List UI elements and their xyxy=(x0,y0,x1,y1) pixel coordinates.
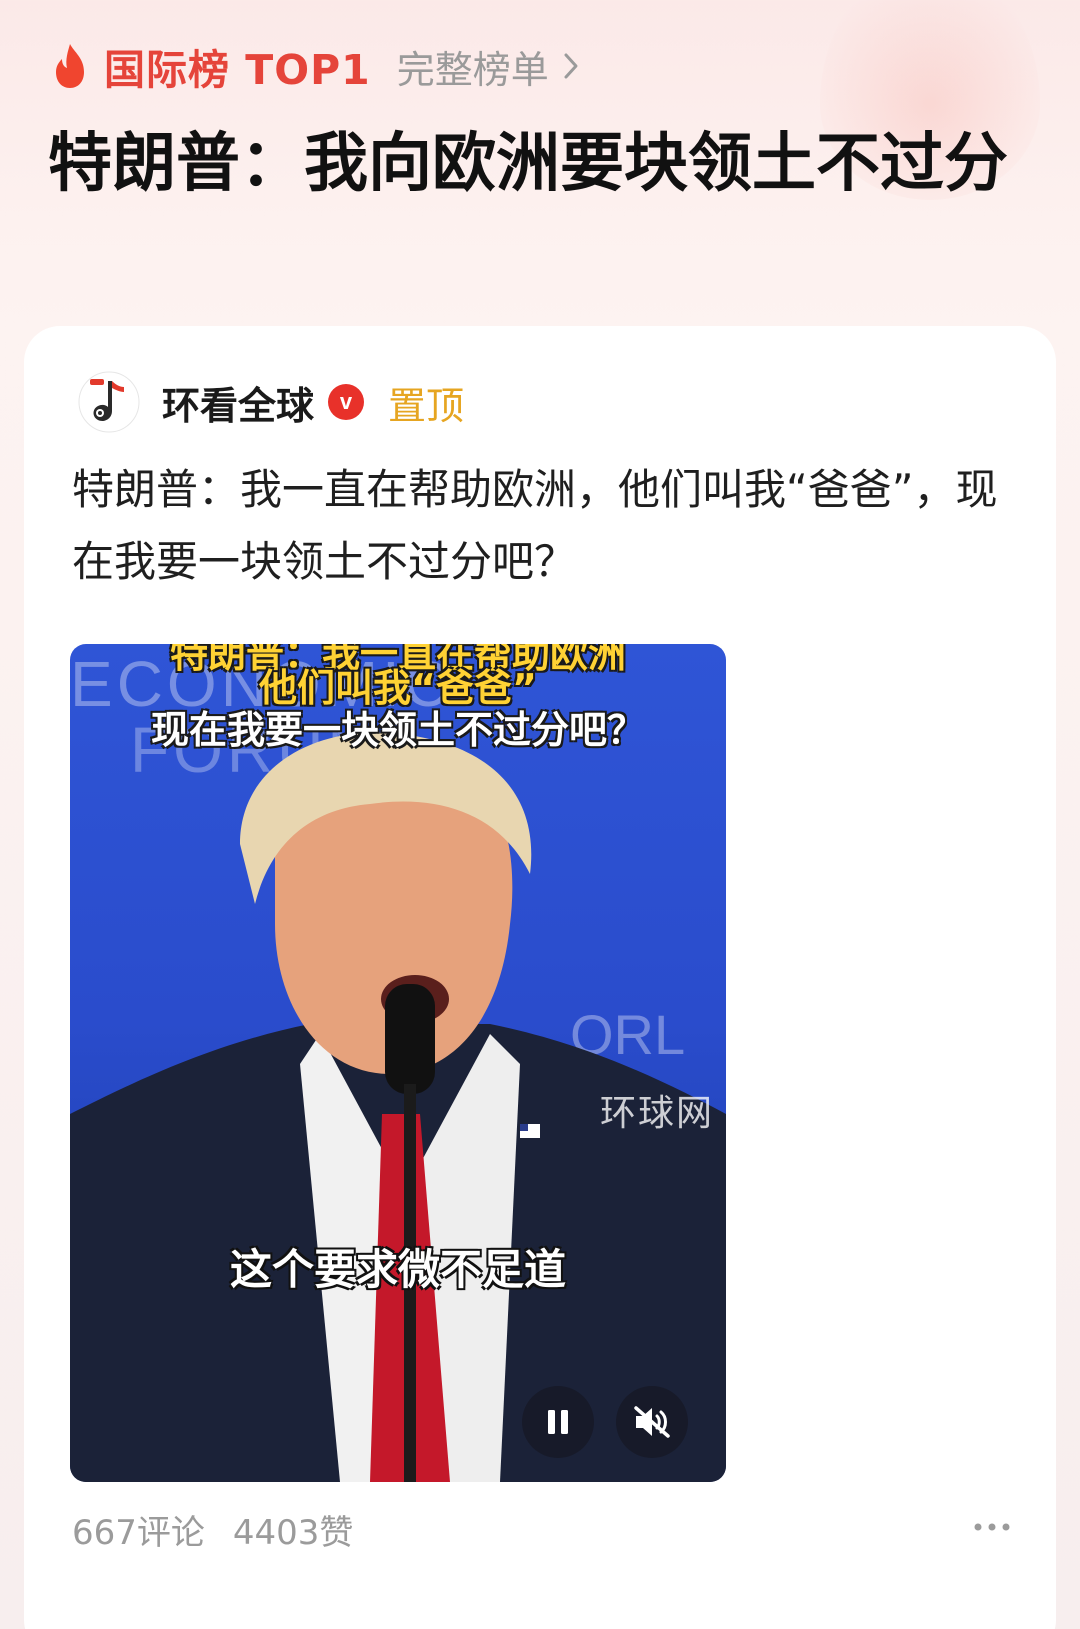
avatar-logo-icon xyxy=(78,371,140,433)
chevron-right-icon xyxy=(564,53,578,79)
post-text[interactable]: 特朗普：我一直在帮助欧洲，他们叫我“爸爸”，现在我要一块领土不过分吧？ xyxy=(72,454,1002,598)
pinned-label: 置顶 xyxy=(388,383,465,428)
comment-count[interactable]: 667评论 xyxy=(72,1505,205,1554)
post-footer: 667评论 4403赞 xyxy=(72,1504,1012,1554)
like-count[interactable]: 4403赞 xyxy=(233,1505,354,1554)
video-caption-line-2: 他们叫我“爸爸” xyxy=(259,666,537,710)
video-watermark: 环球网 xyxy=(599,1093,714,1134)
pause-icon xyxy=(548,1410,568,1434)
full-list-link[interactable]: 完整榜单 xyxy=(397,39,579,94)
rank-label: 国际榜 TOP1 xyxy=(104,46,371,94)
page-title: 特朗普：我向欧洲要块领土不过分 xyxy=(48,127,1008,201)
video-player[interactable]: ECONOMIC FORUM ORL 特朗普：我一直在帮助欧洲 他们叫我“爸爸”… xyxy=(70,644,726,1482)
pause-button[interactable] xyxy=(522,1386,594,1458)
full-list-label: 完整榜单 xyxy=(396,47,549,92)
fire-icon xyxy=(56,44,84,88)
avatar[interactable] xyxy=(78,371,140,433)
mute-button[interactable] xyxy=(616,1386,688,1458)
rank-bar[interactable]: 国际榜 TOP1 完整榜单 xyxy=(50,38,579,94)
author-row[interactable]: 环看全球 v 置顶 xyxy=(78,368,464,436)
verified-icon: v xyxy=(328,384,365,420)
author-name[interactable]: 环看全球 xyxy=(162,375,314,430)
video-frame: ECONOMIC FORUM ORL xyxy=(70,648,726,1482)
post-card[interactable]: 环看全球 v 置顶 特朗普：我一直在帮助欧洲，他们叫我“爸爸”，现在我要一块领土… xyxy=(24,326,1056,1629)
video-caption-line-3: 现在我要一块领土不过分吧？ xyxy=(150,708,645,752)
mute-icon xyxy=(634,1406,670,1438)
more-icon[interactable] xyxy=(972,1512,1012,1542)
video-subtitle: 这个要求微不足道 xyxy=(229,1245,566,1294)
